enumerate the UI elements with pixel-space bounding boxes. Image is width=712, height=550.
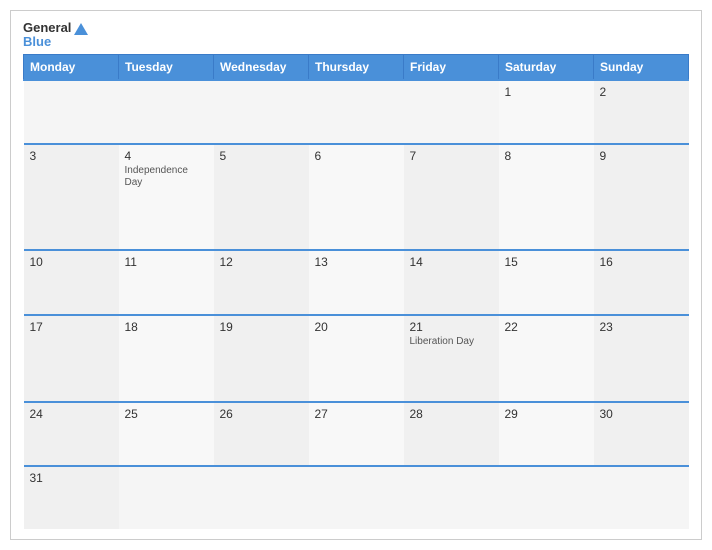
day-number: 27 [315, 407, 398, 421]
calendar-cell: 3 [24, 144, 119, 250]
day-number: 3 [30, 149, 113, 163]
calendar-cell: 4 Independence Day [119, 144, 214, 250]
day-number: 4 [125, 149, 208, 163]
day-number: 31 [30, 471, 113, 485]
day-number: 20 [315, 320, 398, 334]
calendar-cell: 24 [24, 402, 119, 466]
day-number: 6 [315, 149, 398, 163]
day-number: 5 [220, 149, 303, 163]
day-number: 9 [600, 149, 683, 163]
weekday-header-thursday: Thursday [309, 54, 404, 80]
calendar-cell: 1 [499, 80, 594, 144]
calendar-cell: 26 [214, 402, 309, 466]
calendar-cell: 18 [119, 315, 214, 402]
calendar-cell [119, 80, 214, 144]
day-number: 8 [505, 149, 588, 163]
calendar-cell: 14 [404, 250, 499, 314]
calendar-cell: 10 [24, 250, 119, 314]
week-row-1: 34 Independence Day 56789 [24, 144, 689, 250]
calendar-cell [594, 466, 689, 529]
calendar-cell: 2 [594, 80, 689, 144]
calendar-cell: 8 [499, 144, 594, 250]
day-number: 23 [600, 320, 683, 334]
calendar-cell: 7 [404, 144, 499, 250]
day-event: Liberation Day [410, 336, 493, 348]
calendar-cell: 9 [594, 144, 689, 250]
calendar-cell [214, 466, 309, 529]
calendar-cell: 31 [24, 466, 119, 529]
week-row-0: 12 [24, 80, 689, 144]
day-number: 15 [505, 255, 588, 269]
calendar-cell: 21 Liberation Day [404, 315, 499, 402]
day-number: 14 [410, 255, 493, 269]
logo-blue-text: Blue [23, 35, 51, 49]
calendar-cell [119, 466, 214, 529]
calendar-cell: 17 [24, 315, 119, 402]
calendar-cell: 11 [119, 250, 214, 314]
day-number: 26 [220, 407, 303, 421]
calendar-cell [499, 466, 594, 529]
day-number: 11 [125, 255, 208, 269]
calendar-cell [214, 80, 309, 144]
weekday-header-friday: Friday [404, 54, 499, 80]
day-number: 16 [600, 255, 683, 269]
day-number: 28 [410, 407, 493, 421]
day-number: 21 [410, 320, 493, 334]
day-number: 10 [30, 255, 113, 269]
calendar-cell: 19 [214, 315, 309, 402]
day-number: 12 [220, 255, 303, 269]
calendar-cell: 12 [214, 250, 309, 314]
day-number: 7 [410, 149, 493, 163]
calendar-cell: 5 [214, 144, 309, 250]
day-number: 22 [505, 320, 588, 334]
logo-triangle-icon [74, 23, 88, 35]
calendar-cell [404, 466, 499, 529]
weekday-header-tuesday: Tuesday [119, 54, 214, 80]
day-number: 13 [315, 255, 398, 269]
weekday-header-wednesday: Wednesday [214, 54, 309, 80]
day-number: 19 [220, 320, 303, 334]
logo: General Blue [23, 21, 88, 50]
calendar-cell: 27 [309, 402, 404, 466]
week-row-4: 24 25 26 27 28 29 30 [24, 402, 689, 466]
calendar-cell: 30 [594, 402, 689, 466]
calendar-cell: 6 [309, 144, 404, 250]
calendar-cell [309, 466, 404, 529]
calendar-header: General Blue [23, 21, 689, 50]
calendar-cell: 15 [499, 250, 594, 314]
calendar-cell: 25 [119, 402, 214, 466]
week-row-3: 17 18 19 20 21 Liberation Day 22 23 [24, 315, 689, 402]
weekday-header-saturday: Saturday [499, 54, 594, 80]
logo-general-text: General [23, 21, 88, 35]
week-row-5: 31 [24, 466, 689, 529]
week-row-2: 10 11 12 13 14 15 16 [24, 250, 689, 314]
day-number: 30 [600, 407, 683, 421]
calendar-cell [404, 80, 499, 144]
day-number: 24 [30, 407, 113, 421]
calendar-cell [309, 80, 404, 144]
day-event: Independence Day [125, 165, 208, 189]
weekday-header-monday: Monday [24, 54, 119, 80]
calendar-table: MondayTuesdayWednesdayThursdayFridaySatu… [23, 54, 689, 529]
calendar-cell: 28 [404, 402, 499, 466]
calendar-cell: 20 [309, 315, 404, 402]
day-number: 17 [30, 320, 113, 334]
day-number: 18 [125, 320, 208, 334]
calendar-cell: 16 [594, 250, 689, 314]
calendar-cell: 22 [499, 315, 594, 402]
calendar-cell: 29 [499, 402, 594, 466]
day-number: 29 [505, 407, 588, 421]
weekday-header-sunday: Sunday [594, 54, 689, 80]
calendar-cell [24, 80, 119, 144]
calendar-cell: 23 [594, 315, 689, 402]
day-number: 2 [600, 85, 683, 99]
day-number: 25 [125, 407, 208, 421]
weekday-header-row: MondayTuesdayWednesdayThursdayFridaySatu… [24, 54, 689, 80]
day-number: 1 [505, 85, 588, 99]
calendar-container: General Blue MondayTuesdayWednesdayThurs… [10, 10, 702, 540]
calendar-cell: 13 [309, 250, 404, 314]
